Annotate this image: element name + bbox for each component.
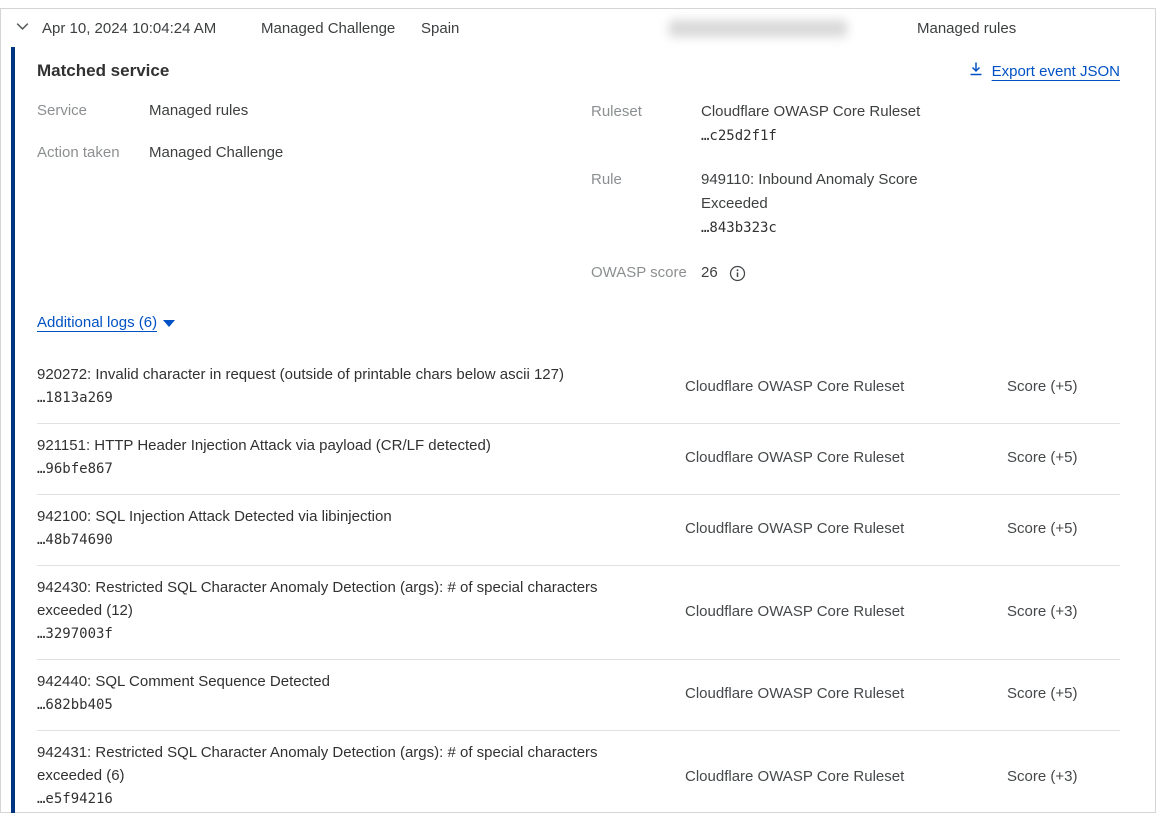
ruleset-label: Ruleset [591, 100, 701, 148]
log-ruleset: Cloudflare OWASP Core Ruleset [685, 685, 1007, 702]
event-container: Apr 10, 2024 10:04:24 AM Managed Challen… [0, 8, 1156, 813]
event-detail-panel: Matched service Export event JSON [1, 47, 1155, 813]
log-score: Score (+5) [1007, 520, 1120, 537]
log-row: 942100: SQL Injection Attack Detected vi… [37, 495, 1120, 566]
log-rule-hash: …48b74690 [37, 529, 685, 552]
action-taken-value: Managed Challenge [149, 142, 283, 163]
log-row: 920272: Invalid character in request (ou… [37, 353, 1120, 424]
log-description-column: 921151: HTTP Header Injection Attack via… [37, 434, 685, 481]
matched-service-fields: Service Managed rules Action taken Manag… [37, 100, 1120, 281]
event-timestamp: Apr 10, 2024 10:04:24 AM [31, 20, 261, 37]
log-rule-hash: …96bfe867 [37, 458, 685, 481]
log-description-column: 942440: SQL Comment Sequence Detected …6… [37, 670, 685, 717]
ruleset-hash: …c25d2f1f [701, 128, 777, 144]
event-action: Managed Challenge [261, 20, 421, 37]
fields-left-column: Service Managed rules Action taken Manag… [37, 100, 591, 281]
log-description-column: 942100: SQL Injection Attack Detected vi… [37, 505, 685, 552]
owasp-score-field: OWASP score 26 [591, 264, 1120, 281]
log-description: 942431: Restricted SQL Character Anomaly… [37, 741, 637, 787]
log-description-column: 942431: Restricted SQL Character Anomaly… [37, 741, 685, 811]
event-summary-row[interactable]: Apr 10, 2024 10:04:24 AM Managed Challen… [1, 9, 1155, 47]
log-description: 942440: SQL Comment Sequence Detected [37, 670, 637, 693]
rule-value-block: 949110: Inbound Anomaly Score Exceeded …… [701, 168, 941, 240]
log-score: Score (+5) [1007, 378, 1120, 395]
log-description: 942100: SQL Injection Attack Detected vi… [37, 505, 637, 528]
ruleset-value-block: Cloudflare OWASP Core Ruleset …c25d2f1f [701, 100, 920, 148]
log-ruleset: Cloudflare OWASP Core Ruleset [685, 768, 1007, 785]
log-row: 942431: Restricted SQL Character Anomaly… [37, 731, 1120, 818]
log-rule-hash: …1813a269 [37, 387, 685, 410]
event-country: Spain [421, 20, 669, 37]
redacted-value [669, 20, 847, 37]
collapse-row-button[interactable] [1, 18, 31, 39]
rule-field: Rule 949110: Inbound Anomaly Score Excee… [591, 168, 1120, 240]
log-description-column: 942430: Restricted SQL Character Anomaly… [37, 576, 685, 646]
log-description: 942430: Restricted SQL Character Anomaly… [37, 576, 637, 622]
log-description-column: 920272: Invalid character in request (ou… [37, 363, 685, 410]
section-title: Matched service [37, 61, 169, 81]
export-link-label: Export event JSON [992, 63, 1120, 80]
log-rule-hash: …3297003f [37, 623, 685, 646]
detail-content: Matched service Export event JSON [15, 47, 1155, 813]
owasp-score-label: OWASP score [591, 264, 701, 281]
service-label: Service [37, 100, 149, 121]
info-circle-icon[interactable] [729, 265, 746, 282]
log-rule-hash: …682bb405 [37, 694, 685, 717]
log-score: Score (+3) [1007, 768, 1120, 785]
event-service: Managed rules [917, 20, 1016, 37]
rule-label: Rule [591, 168, 701, 240]
additional-logs-label: Additional logs (6) [37, 314, 157, 331]
chevron-down-icon [14, 18, 31, 39]
additional-logs-toggle[interactable]: Additional logs (6) [37, 314, 175, 331]
ruleset-name: Cloudflare OWASP Core Ruleset [701, 103, 920, 120]
export-event-json-link[interactable]: Export event JSON [968, 61, 1120, 81]
log-description: 920272: Invalid character in request (ou… [37, 363, 637, 386]
action-taken-field: Action taken Managed Challenge [37, 142, 591, 163]
rule-name: 949110: Inbound Anomaly Score Exceeded [701, 171, 918, 212]
log-row: 942430: Restricted SQL Character Anomaly… [37, 566, 1120, 660]
action-taken-label: Action taken [37, 142, 149, 163]
log-rule-hash: …e5f94216 [37, 788, 685, 811]
owasp-score-value: 26 [701, 264, 718, 281]
log-description: 921151: HTTP Header Injection Attack via… [37, 434, 637, 457]
detail-header: Matched service Export event JSON [37, 61, 1120, 81]
log-score: Score (+5) [1007, 685, 1120, 702]
log-row: 942440: SQL Comment Sequence Detected …6… [37, 660, 1120, 731]
log-ruleset: Cloudflare OWASP Core Ruleset [685, 520, 1007, 537]
log-score: Score (+3) [1007, 603, 1120, 620]
firewall-event-log-page: Apr 10, 2024 10:04:24 AM Managed Challen… [0, 0, 1160, 818]
service-value: Managed rules [149, 100, 248, 121]
log-ruleset: Cloudflare OWASP Core Ruleset [685, 378, 1007, 395]
rule-hash: …843b323c [701, 220, 777, 236]
ruleset-field: Ruleset Cloudflare OWASP Core Ruleset …c… [591, 100, 1120, 148]
log-ruleset: Cloudflare OWASP Core Ruleset [685, 449, 1007, 466]
service-field: Service Managed rules [37, 100, 591, 121]
download-icon [968, 61, 984, 81]
log-row: 921151: HTTP Header Injection Attack via… [37, 424, 1120, 495]
fields-right-column: Ruleset Cloudflare OWASP Core Ruleset …c… [591, 100, 1120, 281]
log-ruleset: Cloudflare OWASP Core Ruleset [685, 603, 1007, 620]
caret-down-icon [163, 320, 175, 327]
additional-logs-table: 920272: Invalid character in request (ou… [37, 353, 1120, 818]
log-score: Score (+5) [1007, 449, 1120, 466]
